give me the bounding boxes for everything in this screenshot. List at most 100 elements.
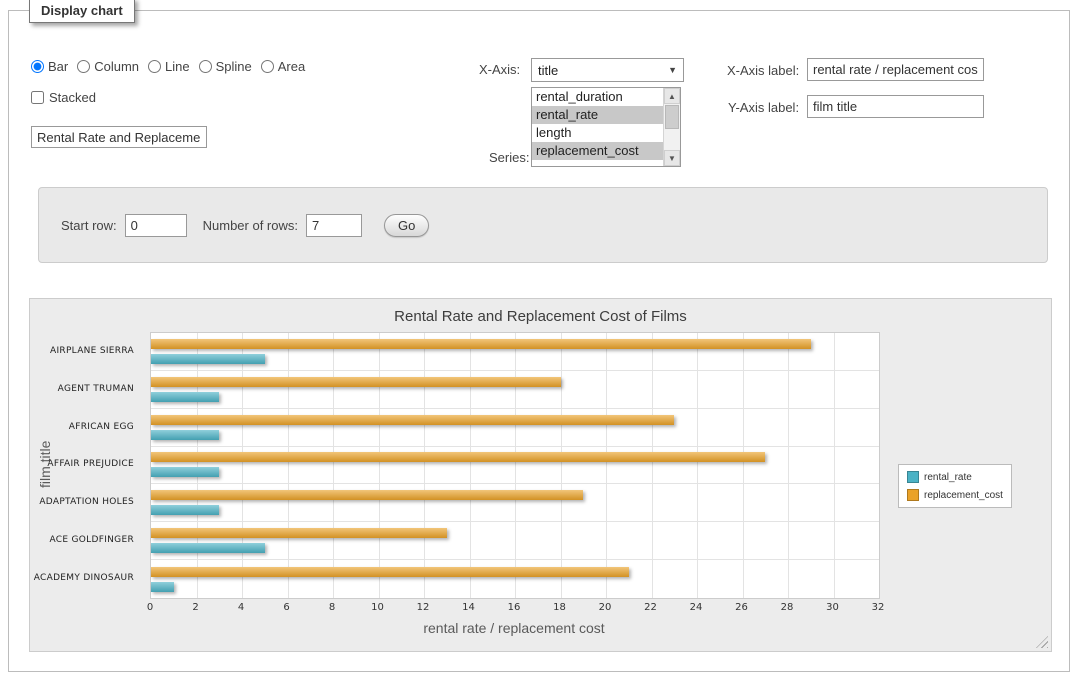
chart-type-label-bar: Bar: [48, 59, 68, 74]
go-button[interactable]: Go: [384, 214, 429, 237]
x-tick-label: 26: [735, 602, 748, 613]
resize-handle-icon[interactable]: [1036, 636, 1048, 648]
x-tick-labels: 02468101214161820222426283032: [150, 602, 878, 616]
x-tick-label: 4: [238, 602, 244, 613]
category-label: AFFAIR PREJUDICE: [30, 446, 134, 484]
series-listbox[interactable]: rental_durationrental_ratelengthreplacem…: [531, 87, 681, 167]
series-option-length[interactable]: length: [532, 124, 663, 142]
stacked-checkbox[interactable]: [31, 91, 44, 104]
chart-title: Rental Rate and Replacement Cost of Film…: [30, 308, 1051, 325]
x-tick-label: 14: [462, 602, 475, 613]
x-axis-label-label: X-Axis label:: [727, 63, 799, 78]
x-tick-label: 6: [283, 602, 289, 613]
chart-type-radio-spline[interactable]: [199, 60, 212, 73]
bar-rental_rate: [151, 582, 174, 592]
display-chart-fieldset: Display chart Bar Column Line Spline Are…: [8, 10, 1070, 672]
x-tick-label: 12: [417, 602, 430, 613]
chart-type-label-line: Line: [165, 59, 190, 74]
x-tick-label: 10: [371, 602, 384, 613]
scroll-up-icon[interactable]: ▲: [664, 88, 680, 104]
chart-type-option-column[interactable]: Column: [77, 59, 139, 74]
x-tick-label: 2: [192, 602, 198, 613]
category-label: AFRICAN EGG: [30, 408, 134, 446]
bar-rental_rate: [151, 392, 219, 402]
fieldset-legend: Display chart: [29, 0, 135, 23]
category-label: AIRPLANE SIERRA: [30, 332, 134, 370]
chart-type-radio-area[interactable]: [261, 60, 274, 73]
chart-type-radio-group: Bar Column Line Spline Area: [31, 59, 314, 74]
category-label: ADAPTATION HOLES: [30, 483, 134, 521]
category-label: ACADEMY DINOSAUR: [30, 559, 134, 597]
bar-rental_rate: [151, 543, 265, 553]
chart-type-radio-line[interactable]: [148, 60, 161, 73]
legend-label: replacement_cost: [924, 490, 1003, 501]
category-row: [151, 560, 879, 598]
x-axis-label-input[interactable]: [807, 58, 984, 81]
category-label: AGENT TRUMAN: [30, 370, 134, 408]
start-row-input[interactable]: [125, 214, 187, 237]
legend-entry: replacement_cost: [907, 489, 1003, 501]
x-axis-select[interactable]: title ▼: [531, 58, 684, 82]
chart-type-option-area[interactable]: Area: [261, 59, 305, 74]
bar-rental_rate: [151, 354, 265, 364]
start-row-label: Start row:: [61, 218, 117, 233]
bar-replacement_cost: [151, 415, 674, 425]
series-select-label: Series:: [489, 150, 529, 165]
category-row: [151, 409, 879, 447]
x-tick-label: 24: [690, 602, 703, 613]
series-option-replacement_cost[interactable]: replacement_cost: [532, 142, 663, 160]
chart-legend: rental_rate replacement_cost: [898, 464, 1012, 508]
category-row: [151, 522, 879, 560]
series-option-rental_rate[interactable]: rental_rate: [532, 106, 663, 124]
chart-type-option-line[interactable]: Line: [148, 59, 190, 74]
num-rows-label: Number of rows:: [203, 218, 298, 233]
num-rows-input[interactable]: [306, 214, 362, 237]
y-category-labels: AIRPLANE SIERRAAGENT TRUMANAFRICAN EGGAF…: [30, 332, 142, 597]
bar-replacement_cost: [151, 452, 765, 462]
bar-rental_rate: [151, 467, 219, 477]
chart-type-option-bar[interactable]: Bar: [31, 59, 68, 74]
scrollbar-thumb[interactable]: [665, 105, 679, 129]
category-row: [151, 484, 879, 522]
x-tick-label: 30: [826, 602, 839, 613]
x-tick-label: 0: [147, 602, 153, 613]
scroll-down-icon[interactable]: ▼: [664, 150, 680, 166]
bar-replacement_cost: [151, 490, 583, 500]
chart-type-label-column: Column: [94, 59, 139, 74]
bar-rental_rate: [151, 505, 219, 515]
chart-type-radio-bar[interactable]: [31, 60, 44, 73]
chart-title-input[interactable]: [31, 126, 207, 148]
chart-container: Rental Rate and Replacement Cost of Film…: [29, 298, 1052, 652]
plot-area: [150, 332, 880, 599]
legend-entry: rental_rate: [907, 471, 1003, 483]
series-option-rental_duration[interactable]: rental_duration: [532, 88, 663, 106]
bar-replacement_cost: [151, 339, 811, 349]
x-axis-title: rental rate / replacement cost: [150, 620, 878, 636]
stacked-option[interactable]: Stacked: [31, 90, 96, 105]
series-listbox-scrollbar[interactable]: ▲ ▼: [663, 88, 680, 166]
bar-replacement_cost: [151, 377, 561, 387]
x-tick-label: 16: [508, 602, 521, 613]
bar-replacement_cost: [151, 528, 447, 538]
chart-type-option-spline[interactable]: Spline: [199, 59, 252, 74]
x-tick-label: 20: [599, 602, 612, 613]
x-tick-label: 22: [644, 602, 657, 613]
bar-replacement_cost: [151, 567, 629, 577]
chart-type-label-area: Area: [278, 59, 305, 74]
legend-swatch: [907, 471, 919, 483]
category-row: [151, 333, 879, 371]
y-axis-label-label: Y-Axis label:: [728, 100, 799, 115]
category-row: [151, 371, 879, 409]
series-listbox-items: rental_durationrental_ratelengthreplacem…: [532, 88, 663, 160]
category-label: ACE GOLDFINGER: [30, 521, 134, 559]
x-axis-select-label: X-Axis:: [479, 62, 520, 77]
x-tick-label: 18: [553, 602, 566, 613]
x-axis-select-value: title: [538, 63, 558, 78]
row-range-panel: Start row: Number of rows: Go: [38, 187, 1048, 263]
legend-label: rental_rate: [924, 472, 972, 483]
bar-rental_rate: [151, 430, 219, 440]
stacked-label: Stacked: [49, 90, 96, 105]
y-axis-label-input[interactable]: [807, 95, 984, 118]
chart-type-radio-column[interactable]: [77, 60, 90, 73]
x-tick-label: 32: [872, 602, 885, 613]
